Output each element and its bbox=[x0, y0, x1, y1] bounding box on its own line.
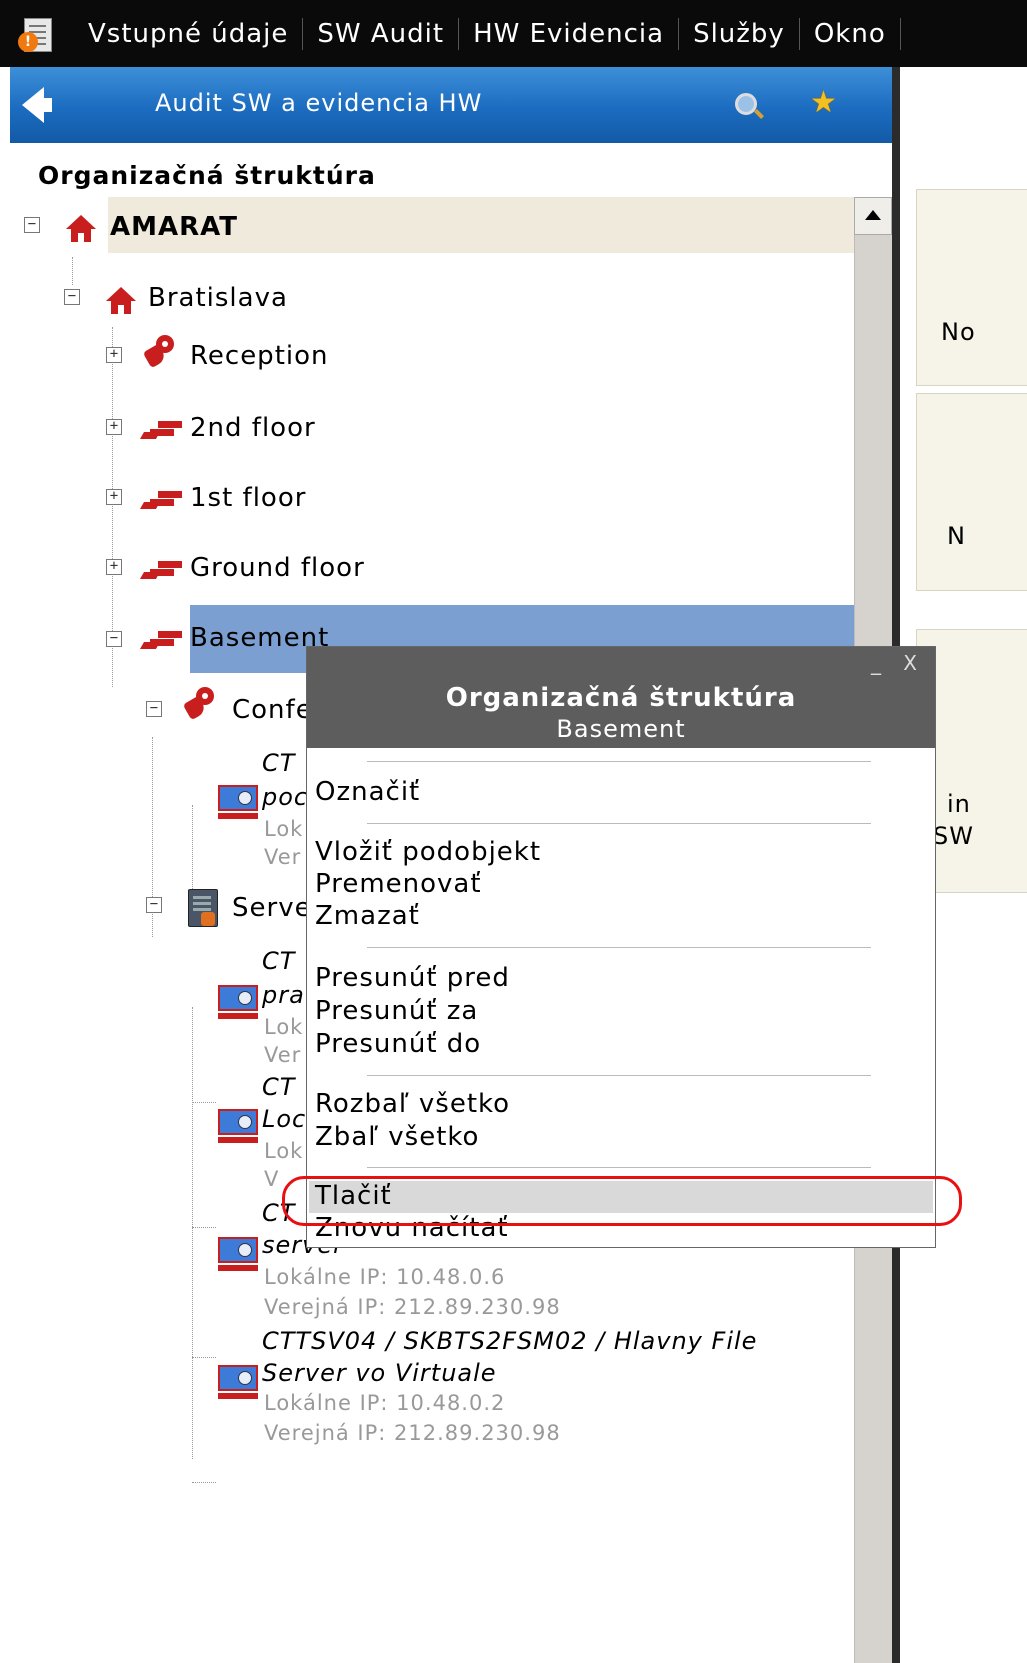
device-description[interactable]: pra bbox=[262, 981, 305, 1009]
tree-connector bbox=[192, 1227, 216, 1228]
device-public-ip: V bbox=[264, 1167, 280, 1191]
menu-hw-evidencia[interactable]: HW Evidencia bbox=[459, 19, 678, 49]
device-title[interactable]: CT bbox=[262, 749, 295, 777]
menu-vstupne-udaje[interactable]: Vstupné údaje bbox=[74, 19, 302, 49]
menubar: ! Vstupné údaje SW Audit HW Evidencia Sl… bbox=[0, 0, 1027, 67]
menu-sluzby[interactable]: Služby bbox=[679, 19, 799, 49]
device-title[interactable]: CT bbox=[262, 1073, 295, 1101]
computer-icon bbox=[218, 985, 258, 1023]
scroll-up-arrow-icon[interactable] bbox=[854, 197, 892, 235]
collapse-toggle-icon[interactable]: − bbox=[146, 897, 162, 913]
menu-item-presunut-pred[interactable]: Presunúť pred bbox=[315, 963, 510, 993]
conference-room-icon bbox=[182, 687, 218, 721]
card-label: in bbox=[947, 790, 971, 818]
tree-node-2nd-floor[interactable]: 2nd floor bbox=[190, 413, 316, 443]
stairs-icon bbox=[142, 629, 184, 655]
tree-node-reception[interactable]: Reception bbox=[190, 341, 329, 371]
computer-icon bbox=[218, 1237, 258, 1275]
menu-item-zmazat[interactable]: Zmazať bbox=[315, 901, 420, 931]
tree-node-amarat[interactable]: AMARAT bbox=[110, 212, 238, 242]
menu-separator bbox=[367, 761, 871, 762]
tree-node-bratislava[interactable]: Bratislava bbox=[148, 283, 288, 313]
tree-connector bbox=[72, 257, 73, 285]
menu-separator bbox=[367, 1167, 871, 1168]
menu-separator bbox=[899, 17, 901, 50]
device-title[interactable]: CTTSV04 / SKBTS2FSM02 / Hlavny File bbox=[262, 1327, 757, 1355]
menu-separator bbox=[367, 823, 871, 824]
device-public-ip: Verejná IP: 212.89.230.98 bbox=[264, 1295, 561, 1319]
tree-connector bbox=[192, 1482, 216, 1483]
stairs-icon bbox=[142, 559, 184, 585]
favorite-star-icon[interactable]: ★ bbox=[810, 85, 837, 120]
device-description[interactable]: Loc bbox=[262, 1105, 306, 1133]
expand-toggle-icon[interactable]: + bbox=[106, 559, 122, 575]
dashboard-card[interactable]: N bbox=[916, 393, 1027, 591]
stairs-icon bbox=[142, 489, 184, 515]
menu-separator bbox=[367, 947, 871, 948]
tree-connector bbox=[192, 1102, 216, 1103]
branch-house-icon bbox=[106, 287, 136, 315]
device-public-ip: Verejná IP: 212.89.230.98 bbox=[264, 1421, 561, 1445]
reception-icon bbox=[142, 335, 178, 369]
expand-toggle-icon[interactable]: + bbox=[106, 419, 122, 435]
tree-node-conference[interactable]: Confe bbox=[232, 695, 313, 725]
device-local-ip: Lokálne IP: 10.48.0.6 bbox=[264, 1265, 506, 1289]
device-local-ip: Lok bbox=[264, 817, 304, 841]
device-description[interactable]: poc bbox=[262, 783, 308, 811]
tree-node-ground-floor[interactable]: Ground floor bbox=[190, 553, 365, 583]
menu-item-presunut-do[interactable]: Presunúť do bbox=[315, 1029, 481, 1059]
tree-connector bbox=[192, 1357, 216, 1358]
minimize-close-icons[interactable]: _ X bbox=[871, 651, 925, 675]
popup-subtitle: Basement bbox=[556, 715, 686, 743]
tree-node-server-room[interactable]: Serve bbox=[232, 893, 312, 923]
device-public-ip: Ver bbox=[264, 845, 302, 869]
device-public-ip: Ver bbox=[264, 1043, 302, 1067]
search-icon[interactable] bbox=[735, 93, 757, 115]
popup-title: Organizačná štruktúra bbox=[445, 683, 797, 713]
collapse-toggle-icon[interactable]: − bbox=[146, 701, 162, 717]
menu-item-vlozit-podobjekt[interactable]: Vložiť podobjekt bbox=[315, 837, 541, 867]
popup-header: _ X Organizačná štruktúra Basement bbox=[307, 647, 935, 748]
menu-item-presunut-za[interactable]: Presunúť za bbox=[315, 996, 478, 1026]
menu-item-oznacit[interactable]: Označiť bbox=[315, 777, 420, 807]
app-document-icon[interactable]: ! bbox=[18, 16, 54, 52]
dashboard-card[interactable]: No bbox=[916, 189, 1027, 386]
stairs-icon bbox=[142, 419, 184, 445]
menu-separator bbox=[367, 1075, 871, 1076]
panel-header-title: Audit SW a evidencia HW bbox=[155, 89, 483, 117]
device-local-ip: Lokálne IP: 10.48.0.2 bbox=[264, 1391, 506, 1415]
context-menu-popup: _ X Organizačná štruktúra Basement Označ… bbox=[306, 646, 936, 1248]
collapse-toggle-icon[interactable]: − bbox=[64, 289, 80, 305]
section-title: Organizačná štruktúra bbox=[38, 161, 376, 190]
menu-item-premenovat[interactable]: Premenovať bbox=[315, 869, 482, 899]
device-local-ip: Lok bbox=[264, 1139, 304, 1163]
computer-icon bbox=[218, 785, 258, 823]
device-title[interactable]: CT bbox=[262, 947, 295, 975]
menu-sw-audit[interactable]: SW Audit bbox=[303, 19, 458, 49]
tree-node-1st-floor[interactable]: 1st floor bbox=[190, 483, 306, 513]
card-label: SW bbox=[933, 822, 974, 850]
expand-toggle-icon[interactable]: + bbox=[106, 347, 122, 363]
menu-item-zbal-vsetko[interactable]: Zbaľ všetko bbox=[315, 1122, 479, 1152]
expand-toggle-icon[interactable]: + bbox=[106, 489, 122, 505]
card-label: No bbox=[941, 318, 976, 346]
menu-item-rozbal-vsetko[interactable]: Rozbaľ všetko bbox=[315, 1089, 510, 1119]
device-description[interactable]: Server vo Virtuale bbox=[262, 1359, 497, 1387]
panel-header: Audit SW a evidencia HW ★ bbox=[10, 67, 892, 143]
collapse-toggle-icon[interactable]: − bbox=[106, 631, 122, 647]
card-label: N bbox=[947, 522, 966, 550]
tree-connector bbox=[192, 1007, 193, 1459]
company-house-icon bbox=[66, 215, 96, 243]
menu-okno[interactable]: Okno bbox=[800, 19, 900, 49]
tree-connector bbox=[192, 805, 193, 895]
computer-icon bbox=[218, 1365, 258, 1403]
server-room-icon bbox=[188, 889, 218, 927]
device-local-ip: Lok bbox=[264, 1015, 304, 1039]
back-arrow-icon[interactable] bbox=[22, 87, 52, 123]
annotation-highlight-ring bbox=[282, 1176, 962, 1226]
collapse-toggle-icon[interactable]: − bbox=[24, 217, 40, 233]
computer-icon bbox=[218, 1109, 258, 1147]
